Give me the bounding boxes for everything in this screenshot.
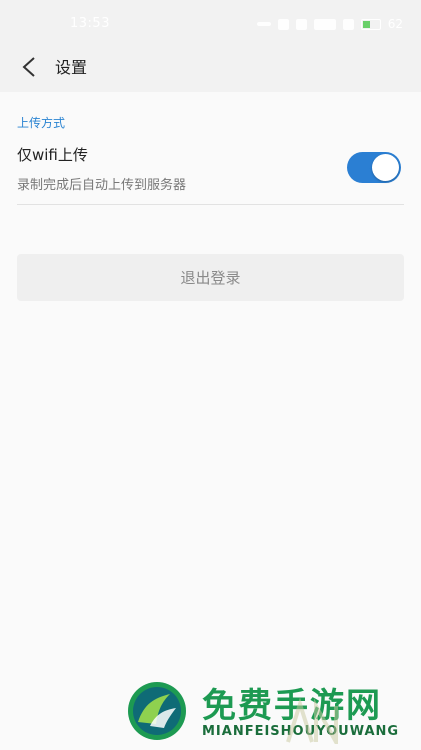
watermark-logo-icon (128, 682, 186, 740)
status-icons: 62 (256, 15, 403, 33)
back-button[interactable] (12, 50, 46, 84)
page-title: 设置 (55, 58, 88, 77)
bluetooth-icon (277, 18, 289, 30)
wifi-icon (342, 18, 354, 30)
logout-button[interactable]: 退出登录 (17, 254, 404, 301)
wifi-only-toggle[interactable] (347, 152, 401, 183)
setting-description: 录制完成后自动上传到服务器 (17, 178, 187, 193)
app-bar: 设置 (0, 40, 421, 92)
setting-title: 仅wifi上传 (17, 146, 88, 164)
notification-dots-icon (256, 22, 271, 26)
watermark-faint-mark-icon (286, 698, 338, 744)
signal-icon (313, 18, 336, 30)
alarm-icon (295, 18, 307, 30)
toggle-knob (372, 154, 399, 181)
wifi-only-setting-row[interactable]: 仅wifi上传 录制完成后自动上传到服务器 (17, 136, 404, 205)
battery-percent: 62 (387, 17, 403, 31)
section-header-upload: 上传方式 (17, 116, 66, 130)
chevron-left-icon (22, 57, 35, 77)
battery-icon (360, 18, 381, 30)
watermark: 免费手游网 MIANFEISHOUYOUWANG (124, 676, 421, 750)
status-time: 13:53 (70, 16, 110, 31)
